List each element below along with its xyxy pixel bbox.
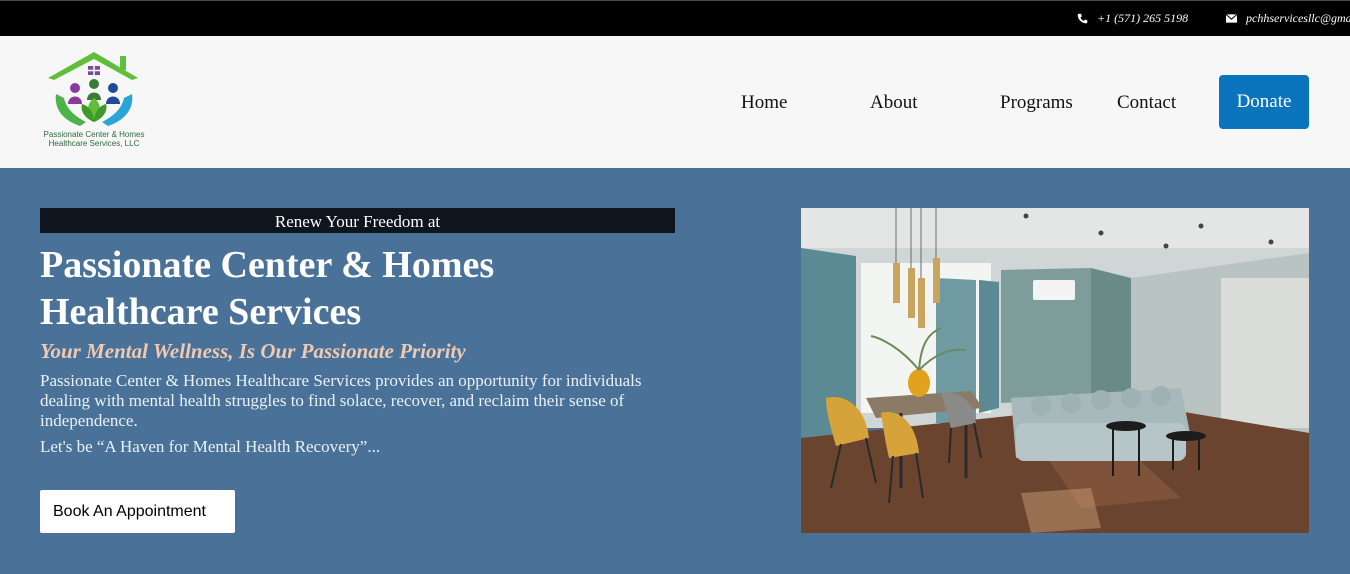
hero-section: Renew Your Freedom at Passionate Center …: [0, 168, 1350, 574]
hero-title: Passionate Center & Homes Healthcare Ser…: [40, 244, 495, 333]
living-room-illustration: [801, 208, 1309, 533]
nav-about[interactable]: About: [870, 92, 918, 114]
interior-photo: [801, 208, 1309, 533]
nav-contact[interactable]: Contact: [1117, 92, 1176, 114]
logo-line-1: Passionate Center & Homes: [43, 130, 145, 139]
hero-description: Passionate Center & Homes Healthcare Ser…: [40, 371, 642, 430]
site-header: Passionate Center & Homes Healthcare Ser…: [0, 36, 1350, 168]
hero-tagline: Renew Your Freedom at: [40, 208, 675, 233]
logo-house-hands-icon: [48, 52, 138, 126]
book-appointment-button[interactable]: Book An Appointment: [40, 490, 235, 533]
nav-programs[interactable]: Programs: [1000, 92, 1073, 114]
hero-haven-text: Let's be “A Haven for Mental Health Reco…: [40, 437, 381, 456]
envelope-icon: [1226, 14, 1237, 23]
logo-text: Passionate Center & Homes Healthcare Ser…: [40, 130, 148, 148]
email-contact[interactable]: pchhservicesllc@gmail.com: [1226, 11, 1350, 26]
phone-number[interactable]: +1 (571) 265 5198: [1097, 11, 1188, 26]
site-logo[interactable]: Passionate Center & Homes Healthcare Ser…: [40, 48, 150, 156]
donate-button[interactable]: Donate: [1219, 75, 1309, 129]
phone-contact[interactable]: +1 (571) 265 5198: [1077, 11, 1188, 26]
logo-line-2: Healthcare Services, LLC: [48, 139, 140, 148]
nav-home[interactable]: Home: [741, 92, 787, 114]
phone-icon: [1077, 13, 1088, 24]
top-contact-bar: +1 (571) 265 5198 pchhservicesllc@gmail.…: [0, 0, 1350, 36]
email-address[interactable]: pchhservicesllc@gmail.com: [1246, 11, 1350, 26]
hero-subtitle: Your Mental Wellness, Is Our Passionate …: [40, 339, 466, 363]
